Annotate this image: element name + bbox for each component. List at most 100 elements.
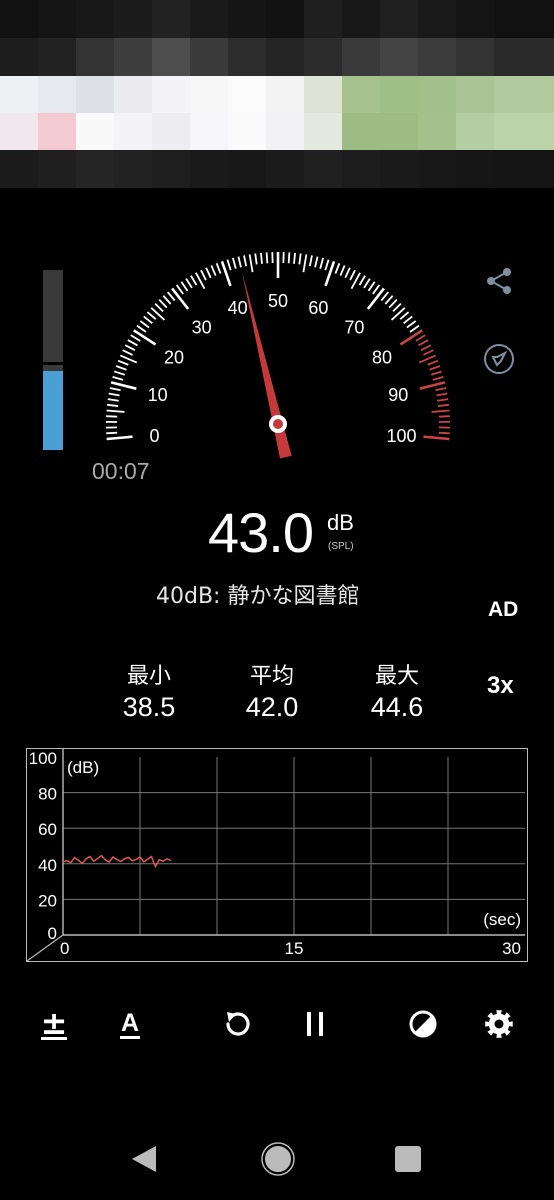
banner-pixel [342, 113, 380, 150]
gauge-minor-tick [124, 344, 136, 351]
banner-pixel [0, 38, 38, 76]
gauge-minor-tick [399, 311, 410, 320]
graph-x-tick-label: 30 [502, 939, 521, 958]
share-icon[interactable] [482, 264, 516, 298]
gauge-minor-tick [431, 409, 450, 413]
gauge-minor-tick [107, 398, 119, 402]
banner-pixel [342, 76, 380, 113]
gauge-minor-tick [146, 311, 157, 320]
graph-x-unit: (sec) [483, 910, 521, 929]
banner-pixel [342, 38, 380, 76]
compass-icon[interactable] [482, 342, 516, 376]
back-icon[interactable] [130, 1144, 158, 1174]
gauge-minor-tick [372, 284, 381, 295]
gauge-major-tick [423, 435, 450, 441]
banner-pixel [228, 76, 266, 113]
gauge-minor-tick [324, 259, 330, 271]
gauge-minor-tick [367, 281, 376, 292]
banner-pixel [304, 113, 342, 150]
banner-pixel [190, 38, 228, 76]
gauge-minor-tick [415, 334, 426, 342]
gauge-minor-tick [136, 324, 147, 333]
gauge-minor-tick [358, 275, 366, 286]
banner-pixel [380, 38, 418, 76]
gauge-minor-tick [409, 324, 420, 333]
gauge-minor-tick [130, 334, 141, 342]
banner-pixel [152, 0, 190, 38]
banner-pixel [152, 113, 190, 150]
gauge-label: 30 [192, 317, 212, 337]
elapsed-time: 00:07 [92, 458, 150, 484]
banner-pixel [380, 76, 418, 113]
pause-button[interactable] [295, 1004, 335, 1044]
calibrate-icon: ± [40, 1003, 68, 1042]
gauge-minor-tick [180, 281, 189, 292]
gauge-minor-tick [437, 403, 450, 407]
graph-corner-line [26, 934, 64, 962]
banner-pixel [494, 38, 554, 76]
weighting-label[interactable]: AD [488, 598, 518, 622]
banner-pixel [38, 113, 76, 150]
gauge-minor-tick [403, 315, 413, 325]
graph-y-tick-label: 80 [38, 785, 57, 804]
banner-pixel [304, 150, 342, 188]
gauge-minor-tick [435, 387, 447, 392]
gauge-minor-tick [429, 365, 441, 371]
reset-button[interactable] [218, 1004, 258, 1044]
banner-pixel [266, 0, 304, 38]
gauge-label: 90 [388, 385, 408, 405]
level-meter [43, 270, 63, 450]
banner-pixel [190, 76, 228, 113]
weighting-button[interactable]: A [110, 1004, 150, 1044]
reset-icon [226, 1012, 250, 1036]
gauge-minor-tick [232, 257, 237, 269]
graph-series-line [62, 854, 172, 869]
gauge-major-tick [399, 329, 423, 346]
gauge-minor-tick [175, 284, 184, 295]
gauge-major-tick [133, 329, 157, 346]
db-unit-sub: (SPL) [328, 541, 354, 552]
gear-hole [494, 1019, 504, 1029]
gauge-label: 40 [228, 298, 248, 318]
gauge-minor-tick [166, 291, 176, 302]
gauge-minor-tick [106, 403, 119, 407]
db-history-plot: 0 20 40 60 80 100 0 15 30 (dB) (sec) [26, 749, 525, 962]
calibrate-button[interactable]: ± [34, 1004, 74, 1044]
settings-icon [485, 1010, 513, 1038]
db-reading: 43.0 [208, 501, 314, 564]
gauge-minor-tick [418, 339, 429, 347]
banner-pixel [342, 150, 380, 188]
banner-pixel [418, 113, 456, 150]
theme-icon [409, 1010, 437, 1038]
banner-pixel [228, 0, 266, 38]
gauge-minor-tick [339, 265, 346, 276]
banner-pixel [418, 76, 456, 113]
gauge-minor-tick [293, 252, 296, 264]
gauge-minor-tick [436, 392, 448, 397]
banner-pixel [114, 113, 152, 150]
gauge-minor-tick [106, 431, 118, 435]
gauge-minor-tick [420, 344, 432, 351]
response-label[interactable]: 3x [487, 672, 514, 700]
banner-pixel [114, 38, 152, 76]
banner-pixel [190, 113, 228, 150]
home-icon[interactable] [261, 1142, 295, 1176]
stat-min-label: 最小 [126, 664, 171, 689]
gauge-minor-tick [200, 269, 207, 281]
gauge-label: 20 [164, 347, 184, 367]
graph-y-tick-label: 100 [29, 749, 57, 768]
banner-pixel [456, 38, 494, 76]
gauge-label: 60 [308, 298, 328, 318]
recents-icon[interactable] [394, 1145, 422, 1173]
settings-button[interactable] [479, 1004, 519, 1044]
banner-pixel [38, 0, 76, 38]
gauge-minor-tick [260, 252, 263, 264]
gauge-minor-tick [384, 295, 394, 305]
banner-pixel [494, 0, 554, 38]
gauge-minor-tick [423, 349, 434, 356]
theme-button[interactable] [403, 1004, 443, 1044]
gauge-label: 70 [344, 317, 364, 337]
banner-pixel [380, 113, 418, 150]
ad-banner[interactable] [0, 0, 554, 188]
gauge-minor-tick [438, 431, 450, 435]
